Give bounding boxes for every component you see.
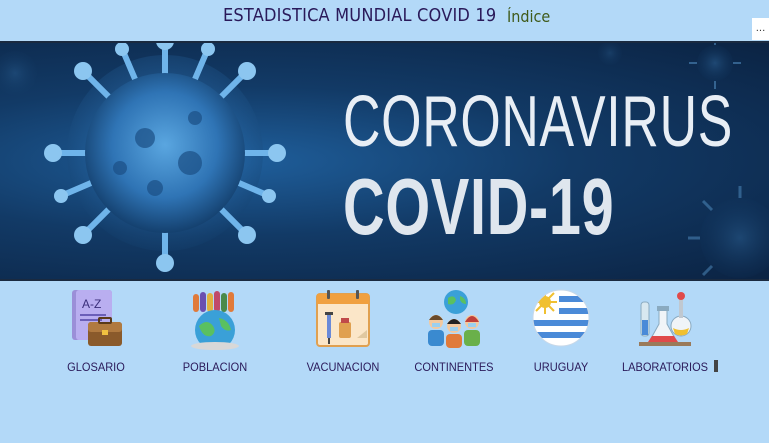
nav-label-continentes: CONTINENTES <box>414 360 494 374</box>
hero-title-coronavirus: CORONAVIRUS <box>343 82 734 162</box>
nav-item-glosario[interactable]: A-Z GLOSARIO <box>41 288 151 378</box>
population-icon <box>191 291 239 350</box>
top-bar: ESTADISTICA MUNDIAL COVID 19 Índice ... <box>0 0 769 40</box>
nav-label-poblacion: POBLACION <box>182 360 248 374</box>
scroll-handle[interactable] <box>714 360 718 372</box>
nav-label-uruguay: URUGUAY <box>533 360 589 374</box>
hero-title-covid19: COVID-19 <box>343 162 615 251</box>
people-globe-icon <box>428 290 480 348</box>
nav-item-laboratorios[interactable]: LABORATORIOS <box>610 288 720 378</box>
nav-item-vacunacion[interactable]: VACUNACION <box>288 288 398 378</box>
laboratory-icon <box>639 292 692 346</box>
glossary-icon: A-Z <box>72 290 122 346</box>
vaccine-calendar-icon <box>316 290 370 347</box>
nav-label-glosario: GLOSARIO <box>67 360 125 374</box>
nav-item-poblacion[interactable]: POBLACION <box>160 288 270 378</box>
page-title: ESTADISTICA MUNDIAL COVID 19 <box>223 5 497 26</box>
uruguay-flag-icon <box>532 289 590 347</box>
svg-text:A-Z: A-Z <box>82 297 101 311</box>
hero-banner: CORONAVIRUS COVID-19 <box>0 41 769 281</box>
nav-item-continentes[interactable]: CONTINENTES <box>399 288 509 378</box>
nav-item-uruguay[interactable]: URUGUAY <box>506 288 616 378</box>
more-options-button[interactable]: ... <box>752 18 769 40</box>
nav-label-laboratorios: LABORATORIOS <box>621 360 709 374</box>
nav-label-vacunacion: VACUNACION <box>306 360 380 374</box>
index-link[interactable]: Índice <box>507 7 550 26</box>
